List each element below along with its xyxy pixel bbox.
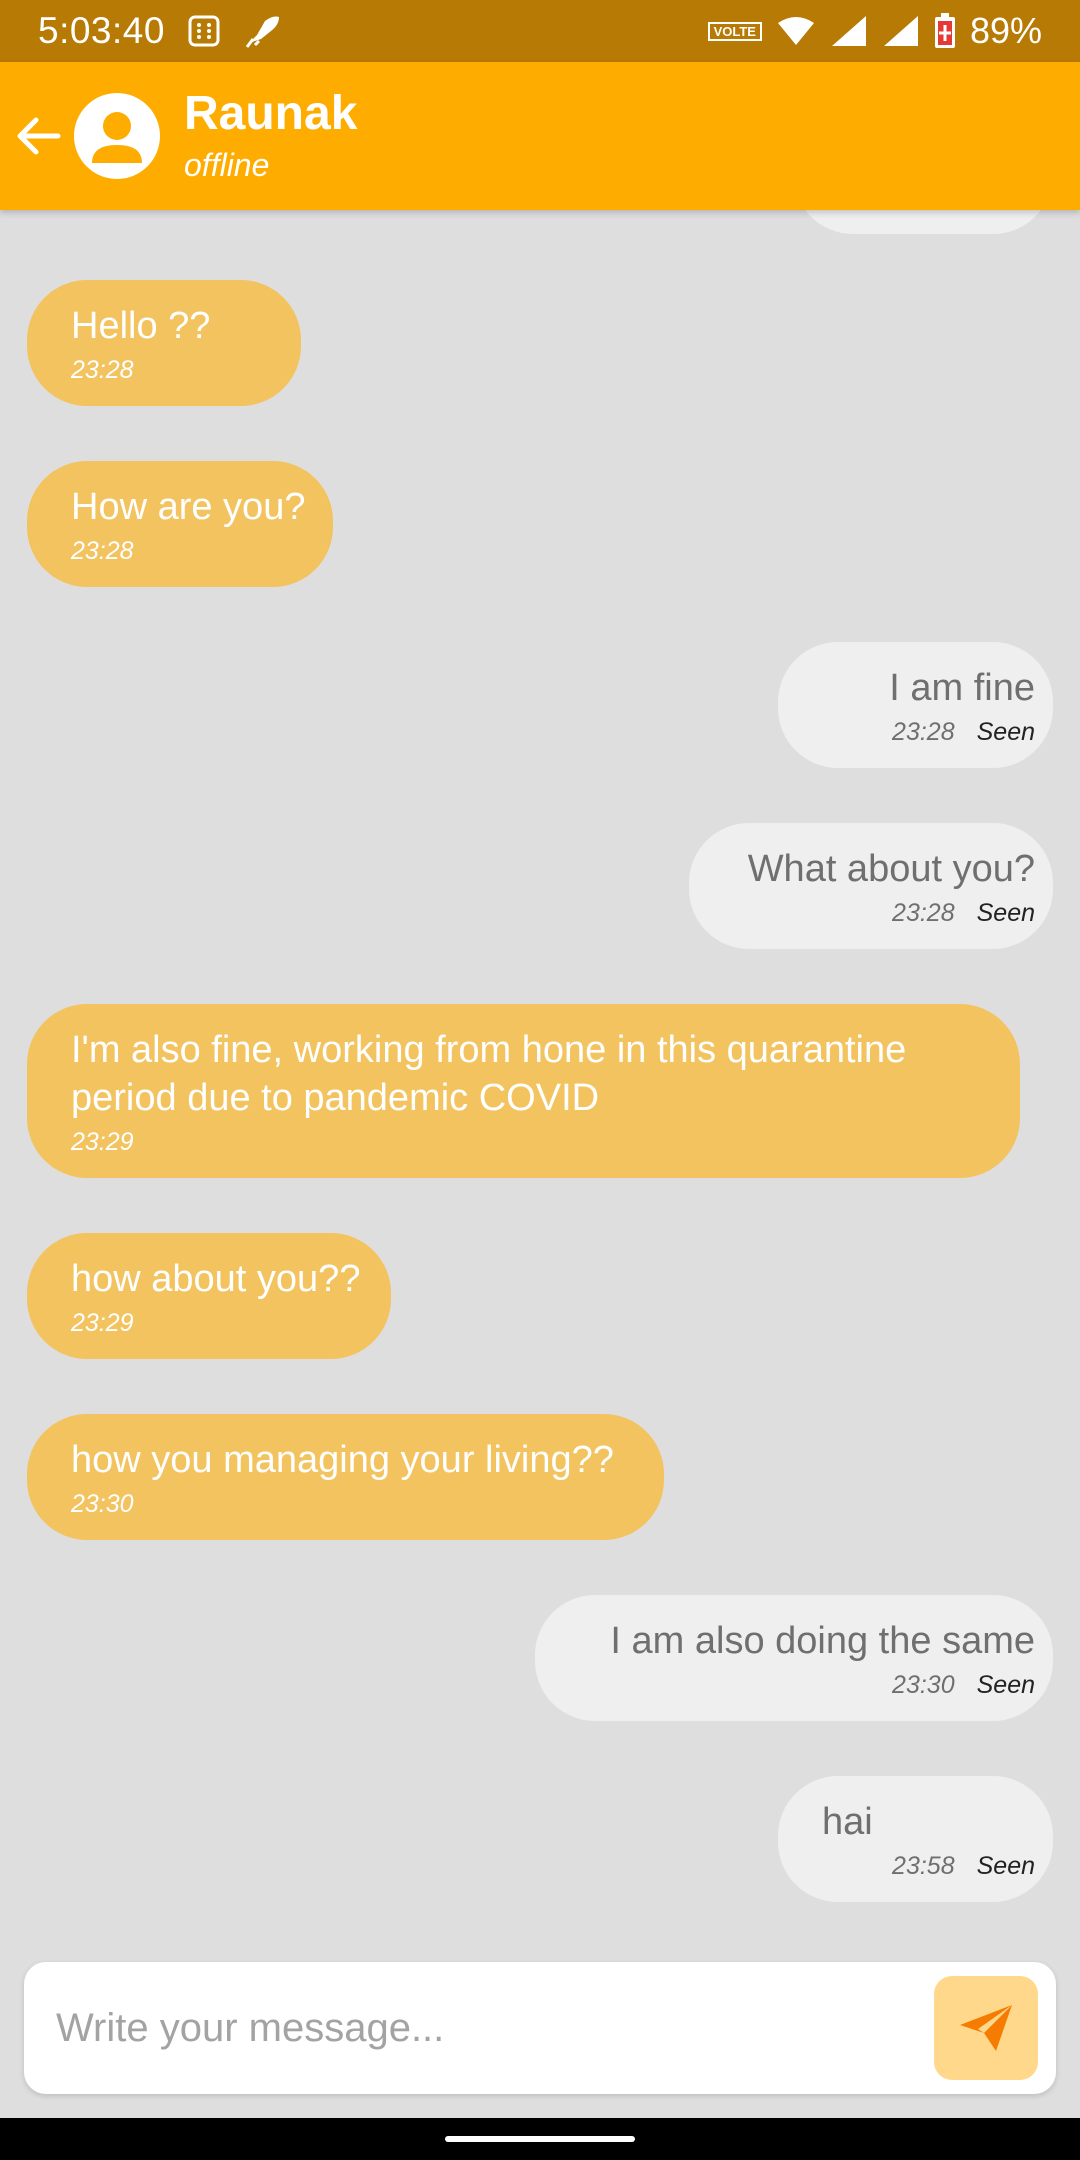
signal-icon <box>830 14 868 48</box>
message-time: 23:28 <box>71 356 134 384</box>
avatar[interactable] <box>74 93 160 179</box>
message-time: 23:28 <box>892 718 955 746</box>
message-text: I am fine <box>889 667 1035 709</box>
wifi-icon <box>776 15 816 47</box>
message-bubble-outgoing[interactable]: hai 23:58 Seen <box>778 1776 1053 1902</box>
message-status: Seen <box>976 1852 1035 1880</box>
status-bar: 5:03:40 VOLTE 89% <box>0 0 1080 62</box>
volte-icon: VOLTE <box>707 21 762 41</box>
navigation-bar <box>0 2118 1080 2160</box>
message-time: 23:30 <box>71 1490 134 1518</box>
contact-status: offline <box>184 146 270 183</box>
message-text: I am also doing the same <box>610 1620 1035 1662</box>
arrow-left-icon <box>17 117 61 155</box>
message-time: 23:58 <box>892 1852 955 1880</box>
message-text: I'm also fine, working from hone in this… <box>71 1029 907 1119</box>
message-list[interactable]: Hello ?? 23:28 How are you? 23:28 I am f… <box>0 210 1080 1950</box>
message-text: hai <box>822 1801 873 1843</box>
message-input[interactable] <box>56 2005 936 2051</box>
battery-percent: 89% <box>969 10 1042 51</box>
contact-info[interactable]: Raunak offline <box>184 87 358 184</box>
message-text: How are you? <box>71 486 306 528</box>
message-bubble-incoming[interactable]: I'm also fine, working from hone in this… <box>27 1004 1020 1178</box>
message-bubble-incoming[interactable]: Hello ?? 23:28 <box>27 280 301 406</box>
message-bubble-outgoing[interactable]: I am fine 23:28 Seen <box>778 642 1053 768</box>
status-time: 5:03:40 <box>38 10 165 51</box>
contact-name: Raunak <box>184 87 358 141</box>
send-button[interactable] <box>934 1976 1038 2080</box>
message-status: Seen <box>976 718 1035 746</box>
message-time: 23:28 <box>71 537 134 565</box>
message-composer <box>24 1962 1056 2094</box>
message-text: how you managing your living?? <box>71 1439 614 1481</box>
message-time: 23:29 <box>71 1309 134 1337</box>
volte-label: VOLTE <box>713 23 756 39</box>
message-status: Seen <box>976 899 1035 927</box>
chat-header: Raunak offline <box>0 62 1080 210</box>
back-button[interactable] <box>8 105 70 167</box>
message-bubble-incoming[interactable]: How are you? 23:28 <box>27 461 333 587</box>
rocket-icon <box>243 13 283 49</box>
message-text: how about you?? <box>71 1258 361 1300</box>
message-time: 23:30 <box>892 1671 955 1699</box>
battery-icon <box>934 13 956 49</box>
message-time: 23:29 <box>71 1128 134 1156</box>
message-time: 23:28 <box>892 899 955 927</box>
message-bubble-incoming[interactable]: how about you?? 23:29 <box>27 1233 391 1359</box>
message-text: Hello ?? <box>71 305 211 347</box>
message-bubble-incoming[interactable]: how you managing your living?? 23:30 <box>27 1414 664 1540</box>
message-bubble-outgoing[interactable]: What about you? 23:28 Seen <box>689 823 1053 949</box>
paper-plane-icon <box>960 2005 1012 2051</box>
calculator-icon <box>187 14 221 48</box>
message-status: Seen <box>976 1671 1035 1699</box>
message-bubble-outgoing[interactable]: I am also doing the same 23:30 Seen <box>535 1595 1053 1721</box>
person-icon <box>92 112 142 163</box>
message-text: What about you? <box>747 848 1035 890</box>
partial-message-bubble <box>793 210 1053 234</box>
signal-icon-2 <box>882 14 920 48</box>
home-indicator[interactable] <box>445 2136 635 2142</box>
